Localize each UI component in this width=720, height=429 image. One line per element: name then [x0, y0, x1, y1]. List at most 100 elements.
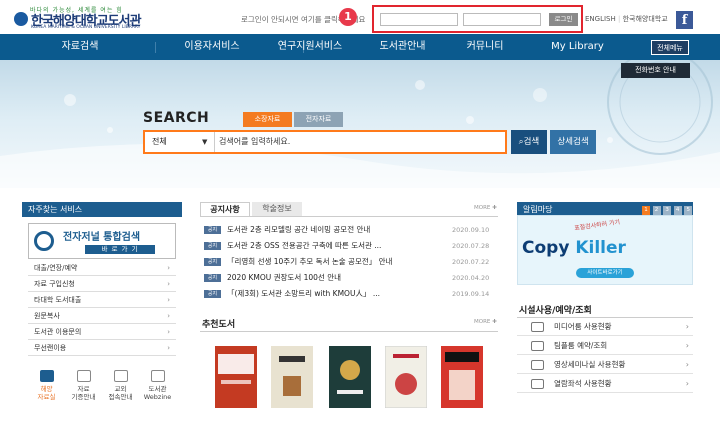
- search-scope-select[interactable]: 전체 ▼: [145, 132, 215, 152]
- university-emblem-icon: [14, 12, 28, 26]
- login-button[interactable]: 로그인: [549, 13, 578, 26]
- nav-item-my-library[interactable]: My Library: [530, 34, 625, 60]
- library-logo[interactable]: 바다의 가능성, 세계를 여는 힘 한국해양대학교도서관 KOREA MARIT…: [14, 5, 174, 31]
- book-cover[interactable]: [215, 346, 257, 408]
- book-cover[interactable]: [384, 345, 428, 409]
- recommended-more-link[interactable]: MORE ✚: [474, 319, 497, 325]
- advanced-search-button[interactable]: 상세검색: [550, 130, 596, 154]
- favorite-services-title: 자주찾는 서비스: [22, 202, 182, 217]
- notices-more-link[interactable]: MORE ✚: [474, 205, 497, 211]
- phone-directory-button[interactable]: 전화번호 안내: [621, 63, 690, 78]
- chevron-right-icon: ›: [685, 360, 689, 369]
- book-cover[interactable]: [329, 346, 371, 408]
- service-item-loan[interactable]: 대출/연장/예약 ›: [28, 260, 176, 276]
- banner-copy-text: Copy: [522, 238, 570, 258]
- notice-row[interactable]: 공지 「(제3회) 도서관 소망트리 with KMOU人」 ... 2019.…: [200, 286, 498, 302]
- notice-title[interactable]: 「(제3회) 도서관 소망트리 with KMOU人」 ...: [227, 286, 380, 302]
- pager-page[interactable]: 3: [663, 206, 672, 215]
- quick-link-label: Webzine: [143, 393, 172, 401]
- notice-tag: 공지: [204, 274, 221, 282]
- university-link[interactable]: 한국해양대학교: [623, 15, 668, 23]
- group-icon: [531, 341, 544, 351]
- facility-item-reading-seats[interactable]: 열람좌석 사용현황 ›: [517, 375, 693, 393]
- notice-title[interactable]: 「리영희 선생 10주기 추모 독서 논술 공모전」 안내: [227, 254, 392, 270]
- facility-label: 열람좌석 사용현황: [554, 379, 612, 388]
- notice-date: 2020.07.28: [452, 242, 490, 250]
- archive-icon: [39, 370, 54, 382]
- copykiller-banner[interactable]: 표절검사하러 가기 Copy Killer 사이트바로가기: [517, 215, 693, 285]
- english-link[interactable]: ENGLISH: [585, 15, 616, 23]
- chevron-right-icon: ›: [685, 322, 689, 331]
- notice-date: 2020.04.20: [452, 274, 490, 282]
- divider: [200, 331, 498, 332]
- chevron-right-icon: ›: [167, 280, 170, 288]
- nav-item-community[interactable]: 커뮤니티: [450, 34, 520, 60]
- facility-item-team-room[interactable]: 팀플룸 예약/조회 ›: [517, 337, 693, 355]
- pager-page[interactable]: 4: [673, 206, 682, 215]
- facility-label: 미디어룸 사용현황: [554, 322, 612, 331]
- book-icon: [150, 370, 165, 382]
- ejournal-search-banner[interactable]: 전자저널 통합검색 바 로 가 기: [28, 223, 176, 259]
- nav-divider: [155, 42, 156, 53]
- pager-page[interactable]: 5: [684, 206, 693, 215]
- monitor-icon: [531, 322, 544, 332]
- notice-row[interactable]: 공지 2020 KMOU 권장도서 100선 안내 2020.04.20: [200, 270, 498, 286]
- service-item-wifi[interactable]: 무선랜이용 ›: [28, 340, 176, 356]
- top-bar: 바다의 가능성, 세계를 여는 힘 한국해양대학교도서관 KOREA MARIT…: [0, 0, 720, 34]
- service-item-purchase[interactable]: 자료 구입신청 ›: [28, 276, 176, 292]
- quick-link-donation[interactable]: 자료 기증안내: [67, 370, 100, 401]
- nav-item-research-support[interactable]: 연구지원서비스: [250, 34, 370, 60]
- quick-link-maritime[interactable]: 해양 자료실: [30, 370, 63, 401]
- top-links: ENGLISH | 한국해양대학교: [585, 15, 668, 23]
- service-item-copy[interactable]: 원문복사 ›: [28, 308, 176, 324]
- notice-row[interactable]: 공지 도서관 2층 리모델링 공간 네이밍 공모전 안내 2020.09.10: [200, 222, 498, 238]
- facility-item-seminar-room[interactable]: 영상세미나실 사용현황 ›: [517, 356, 693, 374]
- notice-title[interactable]: 도서관 2층 OSS 전용공간 구축에 따른 도서관 ...: [227, 238, 381, 254]
- banner-killer-text: Killer: [575, 238, 626, 258]
- pager-page[interactable]: 2: [652, 206, 661, 215]
- password-input[interactable]: [463, 13, 541, 26]
- hero-banner: 전화번호 안내 SEARCH 소장자료 전자자료 전체 ▼ 검색어를 입력하세요…: [0, 60, 720, 188]
- facebook-icon[interactable]: f: [676, 11, 693, 29]
- chevron-right-icon: ›: [167, 296, 170, 304]
- facility-label: 팀플룸 예약/조회: [554, 341, 608, 350]
- nav-item-search[interactable]: 자료검색: [40, 34, 120, 60]
- service-item-inquiry[interactable]: 도서관 이용문의 ›: [28, 324, 176, 340]
- quick-link-label: 해양: [40, 385, 53, 393]
- tab-academic-info[interactable]: 학술정보: [252, 202, 302, 216]
- tab-holdings[interactable]: 소장자료: [243, 112, 292, 127]
- facility-label: 영상세미나실 사용현황: [554, 360, 626, 369]
- quick-link-label: 기증안내: [71, 393, 96, 401]
- user-id-input[interactable]: [380, 13, 458, 26]
- service-item-interlibrary[interactable]: 타대학 도서대출 ›: [28, 292, 176, 308]
- quick-link-remote-access[interactable]: 교외 접속안내: [104, 370, 137, 401]
- chevron-right-icon: ›: [167, 328, 170, 336]
- quick-link-webzine[interactable]: 도서관 Webzine: [141, 370, 174, 401]
- notice-row[interactable]: 공지 도서관 2층 OSS 전용공간 구축에 따른 도서관 ... 2020.0…: [200, 238, 498, 254]
- facility-item-media-room[interactable]: 미디어룸 사용현황 ›: [517, 318, 693, 336]
- search-input[interactable]: 검색어를 입력하세요.: [219, 132, 290, 152]
- service-list: 대출/연장/예약 › 자료 구입신청 › 타대학 도서대출 › 원문복사 › 도서관 이…: [28, 260, 176, 356]
- notice-title[interactable]: 도서관 2층 리모델링 공간 네이밍 공모전 안내: [227, 222, 370, 238]
- search-button[interactable]: ⌕검색: [511, 130, 547, 154]
- search-title: SEARCH: [143, 110, 210, 126]
- pager-page[interactable]: 1: [642, 206, 650, 215]
- tab-electronic[interactable]: 전자자료: [294, 112, 343, 127]
- service-label: 원문복사: [34, 312, 60, 320]
- notice-tag: 공지: [204, 242, 221, 250]
- notice-row[interactable]: 공지 「리영희 선생 10주기 추모 독서 논술 공모전」 안내 2020.07…: [200, 254, 498, 270]
- water-droplets-background: [0, 60, 720, 188]
- tab-notices[interactable]: 공지사항: [200, 202, 250, 216]
- seat-icon: [531, 379, 544, 389]
- book-cover[interactable]: [441, 346, 483, 408]
- nav-item-library-info[interactable]: 도서관안내: [355, 34, 450, 60]
- dropdown-arrow-icon: ▼: [202, 138, 208, 146]
- ejournal-go-button[interactable]: 바 로 가 기: [85, 245, 155, 254]
- book-cover[interactable]: [271, 346, 313, 408]
- all-menu-button[interactable]: 전체메뉴: [651, 40, 689, 55]
- notice-tag: 공지: [204, 226, 221, 234]
- search-scope-value: 전체: [152, 137, 167, 146]
- notice-title[interactable]: 2020 KMOU 권장도서 100선 안내: [227, 270, 341, 286]
- banner-site-button[interactable]: 사이트바로가기: [576, 268, 634, 278]
- search-bar: 전체 ▼ 검색어를 입력하세요.: [143, 130, 507, 154]
